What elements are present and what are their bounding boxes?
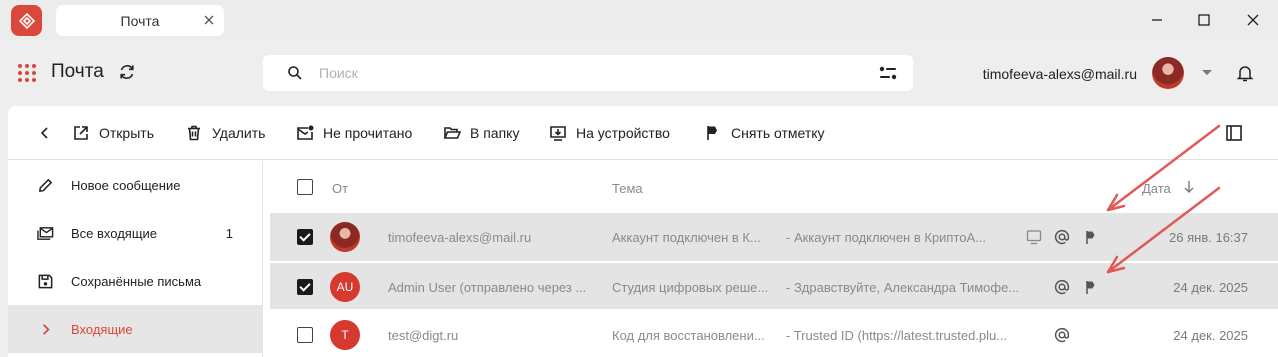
delete-button[interactable]: Удалить: [185, 123, 265, 143]
trash-icon: [188, 125, 200, 141]
search-box: [263, 55, 913, 91]
flag-icon[interactable]: [1082, 278, 1100, 296]
sender-avatar: T: [330, 320, 360, 350]
message-preview: - Здравствуйте, Александра Тимофе...: [786, 280, 1020, 295]
user-avatar[interactable]: [1152, 57, 1184, 89]
mark-unread-label: Не прочитано: [323, 125, 413, 141]
chevron-left-icon: [40, 127, 48, 139]
maximize-icon[interactable]: [1194, 10, 1214, 30]
message-date: 24 дек. 2025: [1173, 280, 1248, 295]
mark-unread-button[interactable]: Не прочитано: [296, 123, 412, 143]
message-list: От Тема Дата timofeeva-alexs@mail.ru Акк…: [264, 161, 1278, 357]
mention-icon: [1054, 279, 1070, 295]
search-input[interactable]: [319, 63, 839, 83]
reading-pane-icon[interactable]: [1225, 124, 1243, 142]
message-row[interactable]: AU Admin User (отправлено через ... Студ…: [270, 261, 1278, 309]
message-from: Admin User (отправлено через ...: [388, 280, 587, 295]
message-subject: Студия цифровых реше...: [612, 280, 769, 295]
message-from: test@digt.ru: [388, 328, 459, 343]
message-row[interactable]: timofeeva-alexs@mail.ru Аккаунт подключе…: [270, 213, 1278, 261]
user-email[interactable]: timofeeva-alexs@mail.ru: [983, 66, 1137, 82]
sidebar-item-inbox[interactable]: Входящие: [8, 305, 263, 353]
message-toolbar: Открыть Удалить Не прочитано В папку На …: [8, 106, 1278, 160]
app-logo-icon: [11, 5, 42, 36]
move-to-folder-button[interactable]: В папку: [443, 123, 519, 143]
message-date: 24 дек. 2025: [1173, 328, 1248, 343]
minimize-icon[interactable]: [1147, 10, 1167, 30]
row-checkbox[interactable]: [297, 229, 313, 245]
mail-stack-icon: [37, 226, 54, 240]
download-device-icon: [550, 126, 566, 141]
folder-sidebar: Новое сообщение Все входящие 1 Сохранённ…: [8, 161, 263, 357]
message-subject: Код для восстановлени...: [612, 328, 765, 343]
save-to-device-label: На устройство: [576, 125, 670, 141]
message-date: 26 янв. 16:37: [1169, 230, 1248, 245]
sender-avatar: [330, 222, 360, 252]
flag-icon[interactable]: [1082, 228, 1100, 246]
column-subject[interactable]: Тема: [612, 181, 643, 196]
message-subject: Аккаунт подключен в К...: [612, 230, 761, 245]
column-from[interactable]: От: [332, 181, 348, 196]
save-disk-icon: [38, 274, 53, 288]
delete-label: Удалить: [212, 125, 266, 141]
main-panel: Открыть Удалить Не прочитано В папку На …: [8, 106, 1278, 357]
unread-count: 1: [225, 225, 233, 241]
chevron-right-icon[interactable]: [37, 321, 54, 338]
open-button[interactable]: Открыть: [72, 123, 154, 143]
close-window-icon[interactable]: [1243, 10, 1263, 30]
refresh-icon[interactable]: [117, 62, 137, 82]
mention-icon: [1054, 229, 1070, 245]
save-to-device-button[interactable]: На устройство: [549, 123, 670, 143]
tab-close-icon[interactable]: [201, 12, 217, 28]
tab-title: Почта: [120, 12, 160, 29]
folder-open-icon: [443, 127, 461, 139]
bell-icon[interactable]: [1235, 63, 1255, 83]
mention-icon: [1054, 327, 1070, 343]
mail-unread-icon: [297, 125, 314, 140]
pencil-icon: [38, 178, 53, 192]
page-title: Почта: [51, 61, 104, 82]
select-all-checkbox[interactable]: [297, 179, 313, 195]
sort-descending-icon[interactable]: [1183, 180, 1195, 194]
row-checkbox[interactable]: [297, 327, 313, 343]
message-from: timofeeva-alexs@mail.ru: [388, 230, 532, 245]
open-external-icon: [74, 126, 88, 140]
column-date[interactable]: Дата: [1142, 181, 1171, 196]
sidebar-item-saved[interactable]: Сохранённые письма: [8, 257, 263, 305]
chat-icon: [1026, 230, 1042, 245]
message-row[interactable]: T test@digt.ru Код для восстановлени... …: [270, 311, 1278, 357]
back-button[interactable]: [36, 123, 54, 143]
app-header: Почта timofeeva-alexs@mail.ru: [0, 40, 1278, 106]
unflag-label: Снять отметку: [731, 125, 825, 141]
title-bar: Почта: [0, 0, 1278, 40]
search-icon: [287, 65, 303, 81]
flag-icon: [707, 126, 717, 140]
sidebar-item-label: Все входящие: [71, 225, 158, 241]
move-to-folder-label: В папку: [470, 125, 520, 141]
row-checkbox[interactable]: [297, 279, 313, 295]
unflag-button[interactable]: Снять отметку: [704, 123, 825, 143]
message-preview: - Trusted ID (https://latest.trusted.plu…: [786, 328, 1008, 343]
sidebar-item-all-inbox[interactable]: Все входящие 1: [8, 209, 263, 257]
tab-mail[interactable]: Почта: [56, 5, 224, 36]
list-header: От Тема Дата: [264, 161, 1278, 213]
account-menu-chevron-down-icon[interactable]: [1202, 70, 1212, 75]
sender-avatar: AU: [330, 272, 360, 302]
apps-grid-icon[interactable]: [18, 64, 36, 82]
filter-icon[interactable]: [879, 65, 897, 81]
message-preview: - Аккаунт подключен в КриптоА...: [786, 230, 987, 245]
open-label: Открыть: [99, 125, 154, 141]
sidebar-item-label: Входящие: [71, 321, 133, 337]
sidebar-item-label: Новое сообщение: [71, 177, 181, 193]
sidebar-item-label: Сохранённые письма: [71, 273, 202, 289]
sidebar-item-new-message[interactable]: Новое сообщение: [8, 161, 263, 209]
